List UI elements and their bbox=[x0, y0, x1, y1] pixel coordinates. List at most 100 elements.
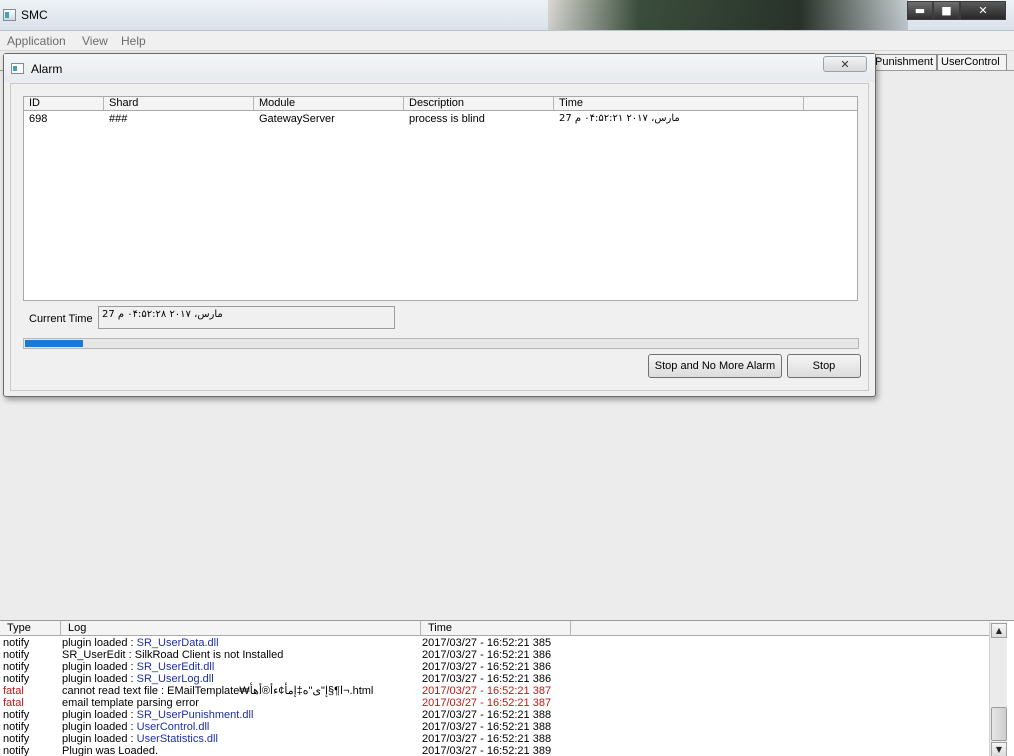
progress-fill bbox=[25, 340, 83, 347]
log-message-text: plugin loaded : bbox=[62, 673, 137, 685]
log-table-header: Type Log Time bbox=[0, 621, 989, 636]
log-message-text: cannot read text file : EMailTemplate₩ا¶… bbox=[62, 685, 374, 697]
log-row[interactable]: fatal email template parsing error 2017/03… bbox=[0, 697, 989, 709]
log-row[interactable]: notify SR_UserEdit : SilkRoad Client is n… bbox=[0, 649, 989, 661]
menu-view[interactable]: View bbox=[82, 34, 108, 48]
log-message: email template parsing error bbox=[62, 697, 199, 709]
alarm-dialog-titlebar: Alarm ✕ bbox=[4, 54, 875, 82]
log-plugin-name: UserControl.dll bbox=[136, 721, 210, 733]
column-header-log[interactable]: Log bbox=[61, 621, 421, 636]
log-row[interactable]: notify plugin loaded : SR_UserLog.dll 2017… bbox=[0, 673, 989, 685]
log-plugin-name: SR_UserData.dll bbox=[136, 637, 219, 649]
column-header-id[interactable]: ID bbox=[24, 97, 104, 111]
column-header-module[interactable]: Module bbox=[254, 97, 404, 111]
maximize-button[interactable]: ■ bbox=[933, 1, 960, 20]
log-plugin-name: UserStatistics.dll bbox=[136, 733, 218, 745]
alarm-progress-bar bbox=[23, 338, 859, 349]
log-type: notify bbox=[3, 649, 30, 661]
main-titlebar: SMC ▬ ■ ✕ bbox=[0, 0, 1014, 31]
menu-application[interactable]: Application bbox=[7, 34, 66, 48]
log-message: SR_UserEdit : SilkRoad Client is not Ins… bbox=[62, 649, 283, 661]
close-button[interactable]: ✕ bbox=[960, 1, 1006, 20]
log-time: 2017/03/27 - 16:52:21 386 bbox=[422, 649, 552, 661]
log-time: 2017/03/27 - 16:52:21 389 bbox=[422, 745, 552, 756]
current-time-label: Current Time bbox=[29, 313, 93, 325]
column-header-shard[interactable]: Shard bbox=[104, 97, 254, 111]
minimize-icon: ▬ bbox=[914, 4, 926, 17]
cell-time: 27 مارس، ۲۰۱۷ ۰۴:۵۲:۲۱ م bbox=[559, 113, 680, 124]
current-time-value: 27 مارس، ۲۰۱۷ ۰۴:۵۲:۲۸ م bbox=[98, 306, 395, 329]
menu-bar: Application View Help bbox=[0, 31, 1014, 51]
log-time: 2017/03/27 - 16:52:21 385 bbox=[422, 637, 552, 649]
alarm-dialog: Alarm ✕ ID Shard Module Description Time… bbox=[3, 53, 876, 397]
log-time: 2017/03/27 - 16:52:21 388 bbox=[422, 709, 552, 721]
stop-button[interactable]: Stop bbox=[787, 354, 861, 378]
scroll-down-arrow-icon[interactable]: ▼ bbox=[991, 742, 1007, 756]
log-plugin-name: SR_UserPunishment.dll bbox=[136, 709, 254, 721]
cell-shard: ### bbox=[109, 113, 128, 125]
log-type: notify bbox=[3, 745, 30, 756]
log-message-text: Plugin was Loaded. bbox=[62, 745, 159, 756]
scroll-up-arrow-icon[interactable]: ▲ bbox=[991, 623, 1007, 638]
log-row[interactable]: notify Plugin was Loaded. 2017/03/27 - 16:… bbox=[0, 745, 989, 756]
cell-id: 698 bbox=[29, 113, 48, 125]
log-panel: Type Log Time notify plugin loaded : SR_U… bbox=[0, 620, 1014, 756]
log-time: 2017/03/27 - 16:52:21 387 bbox=[422, 697, 552, 709]
log-message-text: plugin loaded : bbox=[62, 637, 137, 649]
log-message: plugin loaded : SR_UserLog.dll bbox=[62, 673, 214, 685]
log-type: notify bbox=[3, 733, 30, 745]
log-row[interactable]: notify plugin loaded : UserControl.dll 201… bbox=[0, 721, 989, 733]
log-row[interactable]: fatal cannot read text file : EMailTempla… bbox=[0, 685, 989, 697]
table-row[interactable]: 698 ### GatewayServer process is blind 2… bbox=[24, 112, 857, 126]
stop-and-no-more-alarm-button[interactable]: Stop and No More Alarm bbox=[648, 354, 782, 378]
log-message-text: SR_UserEdit : SilkRoad Client is not Ins… bbox=[62, 649, 284, 661]
titlebar-background-glow bbox=[548, 0, 908, 30]
log-message-text: plugin loaded : bbox=[62, 721, 137, 733]
cell-module: GatewayServer bbox=[259, 113, 335, 125]
log-plugin-name: SR_UserLog.dll bbox=[136, 673, 214, 685]
log-plugin-name: SR_UserEdit.dll bbox=[136, 661, 215, 673]
log-message: plugin loaded : SR_UserData.dll bbox=[62, 637, 219, 649]
app-icon bbox=[3, 9, 16, 21]
alarm-dialog-title: Alarm bbox=[31, 62, 63, 76]
log-message-text: plugin loaded : bbox=[62, 661, 137, 673]
log-message: plugin loaded : SR_UserPunishment.dll bbox=[62, 709, 253, 721]
tab-punishment[interactable]: Punishment bbox=[871, 54, 937, 70]
log-row[interactable]: notify plugin loaded : SR_UserEdit.dll 201… bbox=[0, 661, 989, 673]
log-type: notify bbox=[3, 673, 30, 685]
window-controls: ▬ ■ ✕ bbox=[907, 1, 1006, 21]
log-message-text: email template parsing error bbox=[62, 697, 199, 709]
log-row[interactable]: notify plugin loaded : SR_UserData.dll 201… bbox=[0, 637, 989, 649]
cell-description: process is blind bbox=[409, 113, 485, 125]
log-time: 2017/03/27 - 16:52:21 387 bbox=[422, 685, 552, 697]
scroll-thumb[interactable] bbox=[991, 707, 1007, 741]
log-row[interactable]: notify plugin loaded : SR_UserPunishment.… bbox=[0, 709, 989, 721]
alarm-close-button[interactable]: ✕ bbox=[823, 56, 867, 72]
log-type: notify bbox=[3, 637, 30, 649]
column-header-time[interactable]: Time bbox=[554, 97, 804, 111]
column-header-description[interactable]: Description bbox=[404, 97, 554, 111]
log-message: plugin loaded : SR_UserEdit.dll bbox=[62, 661, 214, 673]
tab-label: UserControl bbox=[941, 56, 1000, 68]
alarm-table: ID Shard Module Description Time 698 ###… bbox=[23, 96, 858, 301]
column-header-type[interactable]: Type bbox=[0, 621, 61, 636]
close-icon: ✕ bbox=[978, 4, 988, 17]
tab-usercontrol[interactable]: UserControl bbox=[937, 54, 1007, 70]
alarm-table-header: ID Shard Module Description Time bbox=[24, 97, 857, 111]
log-time: 2017/03/27 - 16:52:21 386 bbox=[422, 661, 552, 673]
log-row[interactable]: notify plugin loaded : UserStatistics.dll… bbox=[0, 733, 989, 745]
window-title: SMC bbox=[21, 8, 48, 22]
log-scrollbar[interactable]: ▲ ▼ bbox=[989, 622, 1007, 756]
log-message: plugin loaded : UserStatistics.dll bbox=[62, 733, 218, 745]
log-type: notify bbox=[3, 709, 30, 721]
column-header-time[interactable]: Time bbox=[421, 621, 571, 636]
log-type: fatal bbox=[3, 685, 24, 697]
log-type: fatal bbox=[3, 697, 24, 709]
minimize-button[interactable]: ▬ bbox=[907, 1, 933, 20]
log-message: plugin loaded : UserControl.dll bbox=[62, 721, 209, 733]
log-message-text: plugin loaded : bbox=[62, 709, 137, 721]
log-message: cannot read text file : EMailTemplate₩ا¶… bbox=[62, 685, 373, 697]
log-message: Plugin was Loaded. bbox=[62, 745, 158, 756]
window-icon bbox=[11, 63, 24, 74]
menu-help[interactable]: Help bbox=[121, 34, 146, 48]
